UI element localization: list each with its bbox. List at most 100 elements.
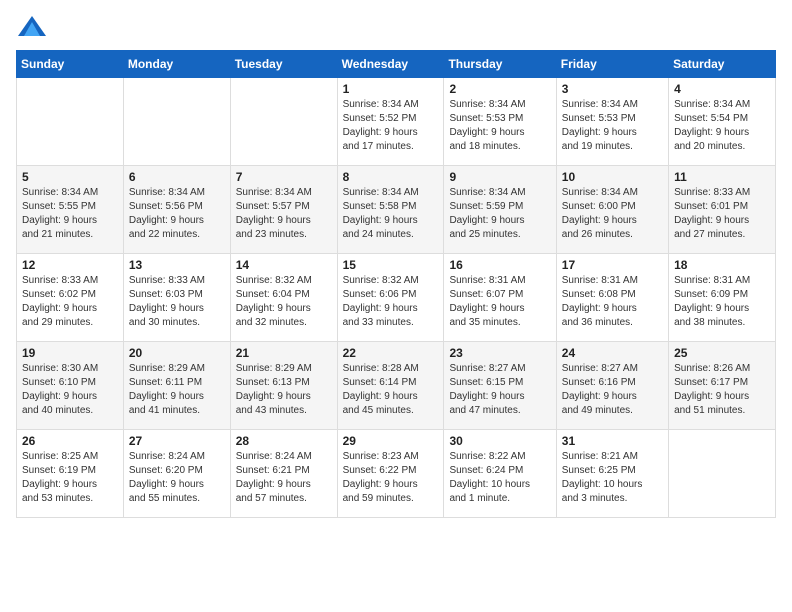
day-number: 26: [22, 434, 118, 448]
day-number: 15: [343, 258, 439, 272]
day-info: Sunrise: 8:22 AM Sunset: 6:24 PM Dayligh…: [449, 450, 550, 506]
calendar-cell: 9 Sunrise: 8:34 AM Sunset: 5:59 PM Daylig…: [444, 166, 556, 254]
calendar-cell: 2Sunrise: 8:34 AM Sunset: 5:53 PM Daylig…: [444, 78, 556, 166]
day-number: 11: [674, 170, 770, 184]
day-info: Sunrise: 8:24 AM Sunset: 6:21 PM Dayligh…: [236, 450, 332, 506]
calendar-cell: 8 Sunrise: 8:34 AM Sunset: 5:58 PM Daylig…: [337, 166, 444, 254]
calendar-cell: [17, 78, 124, 166]
calendar-cell: 24Sunrise: 8:27 AM Sunset: 6:16 PM Dayli…: [556, 342, 668, 430]
calendar-cell: 19 Sunrise: 8:30 AM Sunset: 6:10 PM Dayli…: [17, 342, 124, 430]
day-number: 6: [129, 170, 225, 184]
calendar-cell: 12 Sunrise: 8:33 AM Sunset: 6:02 PM Dayli…: [17, 254, 124, 342]
day-info: Sunrise: 8:34 AM Sunset: 5:52 PM Dayligh…: [343, 98, 439, 154]
day-number: 9: [449, 170, 550, 184]
day-number: 16: [449, 258, 550, 272]
day-info: Sunrise: 8:34 AM Sunset: 5:57 PM Dayligh…: [236, 186, 332, 242]
day-info: Sunrise: 8:30 AM Sunset: 6:10 PM Dayligh…: [22, 362, 118, 418]
day-number: 5: [22, 170, 118, 184]
day-header-sunday: Sunday: [17, 51, 124, 78]
calendar-cell: 4 Sunrise: 8:34 AM Sunset: 5:54 PM Daylig…: [669, 78, 776, 166]
day-info: Sunrise: 8:34 AM Sunset: 5:56 PM Dayligh…: [129, 186, 225, 242]
day-number: 22: [343, 346, 439, 360]
day-info: Sunrise: 8:24 AM Sunset: 6:20 PM Dayligh…: [129, 450, 225, 506]
week-row-4: 19 Sunrise: 8:30 AM Sunset: 6:10 PM Dayli…: [17, 342, 776, 430]
day-number: 4: [674, 82, 770, 96]
calendar-cell: 17 Sunrise: 8:31 AM Sunset: 6:08 PM Dayli…: [556, 254, 668, 342]
calendar-cell: 14 Sunrise: 8:32 AM Sunset: 6:04 PM Dayli…: [230, 254, 337, 342]
day-number: 28: [236, 434, 332, 448]
calendar-cell: 20 Sunrise: 8:29 AM Sunset: 6:11 PM Dayli…: [123, 342, 230, 430]
calendar-cell: [123, 78, 230, 166]
calendar-cell: 6 Sunrise: 8:34 AM Sunset: 5:56 PM Daylig…: [123, 166, 230, 254]
calendar-cell: 15 Sunrise: 8:32 AM Sunset: 6:06 PM Dayli…: [337, 254, 444, 342]
day-number: 20: [129, 346, 225, 360]
day-info: Sunrise: 8:28 AM Sunset: 6:14 PM Dayligh…: [343, 362, 439, 418]
calendar-cell: 5Sunrise: 8:34 AM Sunset: 5:55 PM Daylig…: [17, 166, 124, 254]
day-number: 7: [236, 170, 332, 184]
day-info: Sunrise: 8:31 AM Sunset: 6:07 PM Dayligh…: [449, 274, 550, 330]
day-info: Sunrise: 8:25 AM Sunset: 6:19 PM Dayligh…: [22, 450, 118, 506]
calendar-cell: 21 Sunrise: 8:29 AM Sunset: 6:13 PM Dayli…: [230, 342, 337, 430]
day-number: 3: [562, 82, 663, 96]
day-number: 12: [22, 258, 118, 272]
day-number: 1: [343, 82, 439, 96]
day-number: 30: [449, 434, 550, 448]
days-header-row: SundayMondayTuesdayWednesdayThursdayFrid…: [17, 51, 776, 78]
day-header-wednesday: Wednesday: [337, 51, 444, 78]
day-number: 27: [129, 434, 225, 448]
calendar-cell: 31Sunrise: 8:21 AM Sunset: 6:25 PM Dayli…: [556, 430, 668, 518]
week-row-2: 5Sunrise: 8:34 AM Sunset: 5:55 PM Daylig…: [17, 166, 776, 254]
calendar-cell: 25 Sunrise: 8:26 AM Sunset: 6:17 PM Dayli…: [669, 342, 776, 430]
calendar-cell: 30 Sunrise: 8:22 AM Sunset: 6:24 PM Dayli…: [444, 430, 556, 518]
day-info: Sunrise: 8:34 AM Sunset: 5:53 PM Dayligh…: [449, 98, 550, 154]
calendar-cell: 7 Sunrise: 8:34 AM Sunset: 5:57 PM Daylig…: [230, 166, 337, 254]
day-info: Sunrise: 8:31 AM Sunset: 6:08 PM Dayligh…: [562, 274, 663, 330]
day-info: Sunrise: 8:29 AM Sunset: 6:13 PM Dayligh…: [236, 362, 332, 418]
day-info: Sunrise: 8:34 AM Sunset: 5:54 PM Dayligh…: [674, 98, 770, 154]
day-info: Sunrise: 8:29 AM Sunset: 6:11 PM Dayligh…: [129, 362, 225, 418]
calendar-cell: 26 Sunrise: 8:25 AM Sunset: 6:19 PM Dayli…: [17, 430, 124, 518]
day-number: 19: [22, 346, 118, 360]
page-header: [16, 16, 776, 40]
day-number: 13: [129, 258, 225, 272]
day-number: 31: [562, 434, 663, 448]
calendar-cell: 18 Sunrise: 8:31 AM Sunset: 6:09 PM Dayli…: [669, 254, 776, 342]
day-info: Sunrise: 8:26 AM Sunset: 6:17 PM Dayligh…: [674, 362, 770, 418]
day-info: Sunrise: 8:33 AM Sunset: 6:01 PM Dayligh…: [674, 186, 770, 242]
day-number: 14: [236, 258, 332, 272]
calendar-cell: 27 Sunrise: 8:24 AM Sunset: 6:20 PM Dayli…: [123, 430, 230, 518]
day-number: 18: [674, 258, 770, 272]
calendar-cell: 3 Sunrise: 8:34 AM Sunset: 5:53 PM Daylig…: [556, 78, 668, 166]
day-number: 24: [562, 346, 663, 360]
day-info: Sunrise: 8:34 AM Sunset: 5:53 PM Dayligh…: [562, 98, 663, 154]
day-info: Sunrise: 8:31 AM Sunset: 6:09 PM Dayligh…: [674, 274, 770, 330]
day-number: 17: [562, 258, 663, 272]
calendar-cell: 13 Sunrise: 8:33 AM Sunset: 6:03 PM Dayli…: [123, 254, 230, 342]
day-info: Sunrise: 8:23 AM Sunset: 6:22 PM Dayligh…: [343, 450, 439, 506]
day-number: 23: [449, 346, 550, 360]
day-header-saturday: Saturday: [669, 51, 776, 78]
day-info: Sunrise: 8:32 AM Sunset: 6:04 PM Dayligh…: [236, 274, 332, 330]
day-info: Sunrise: 8:33 AM Sunset: 6:03 PM Dayligh…: [129, 274, 225, 330]
day-header-monday: Monday: [123, 51, 230, 78]
day-info: Sunrise: 8:33 AM Sunset: 6:02 PM Dayligh…: [22, 274, 118, 330]
week-row-5: 26 Sunrise: 8:25 AM Sunset: 6:19 PM Dayli…: [17, 430, 776, 518]
calendar-cell: 29 Sunrise: 8:23 AM Sunset: 6:22 PM Dayli…: [337, 430, 444, 518]
calendar-cell: 23 Sunrise: 8:27 AM Sunset: 6:15 PM Dayli…: [444, 342, 556, 430]
day-number: 25: [674, 346, 770, 360]
day-number: 29: [343, 434, 439, 448]
calendar-cell: 28 Sunrise: 8:24 AM Sunset: 6:21 PM Dayli…: [230, 430, 337, 518]
day-info: Sunrise: 8:32 AM Sunset: 6:06 PM Dayligh…: [343, 274, 439, 330]
day-info: Sunrise: 8:34 AM Sunset: 6:00 PM Dayligh…: [562, 186, 663, 242]
day-number: 21: [236, 346, 332, 360]
day-header-friday: Friday: [556, 51, 668, 78]
calendar-cell: 1 Sunrise: 8:34 AM Sunset: 5:52 PM Daylig…: [337, 78, 444, 166]
calendar-cell: 10 Sunrise: 8:34 AM Sunset: 6:00 PM Dayli…: [556, 166, 668, 254]
day-number: 10: [562, 170, 663, 184]
day-info: Sunrise: 8:34 AM Sunset: 5:58 PM Dayligh…: [343, 186, 439, 242]
day-number: 8: [343, 170, 439, 184]
day-info: Sunrise: 8:27 AM Sunset: 6:15 PM Dayligh…: [449, 362, 550, 418]
calendar-cell: 16 Sunrise: 8:31 AM Sunset: 6:07 PM Dayli…: [444, 254, 556, 342]
calendar-cell: 11 Sunrise: 8:33 AM Sunset: 6:01 PM Dayli…: [669, 166, 776, 254]
day-info: Sunrise: 8:34 AM Sunset: 5:59 PM Dayligh…: [449, 186, 550, 242]
